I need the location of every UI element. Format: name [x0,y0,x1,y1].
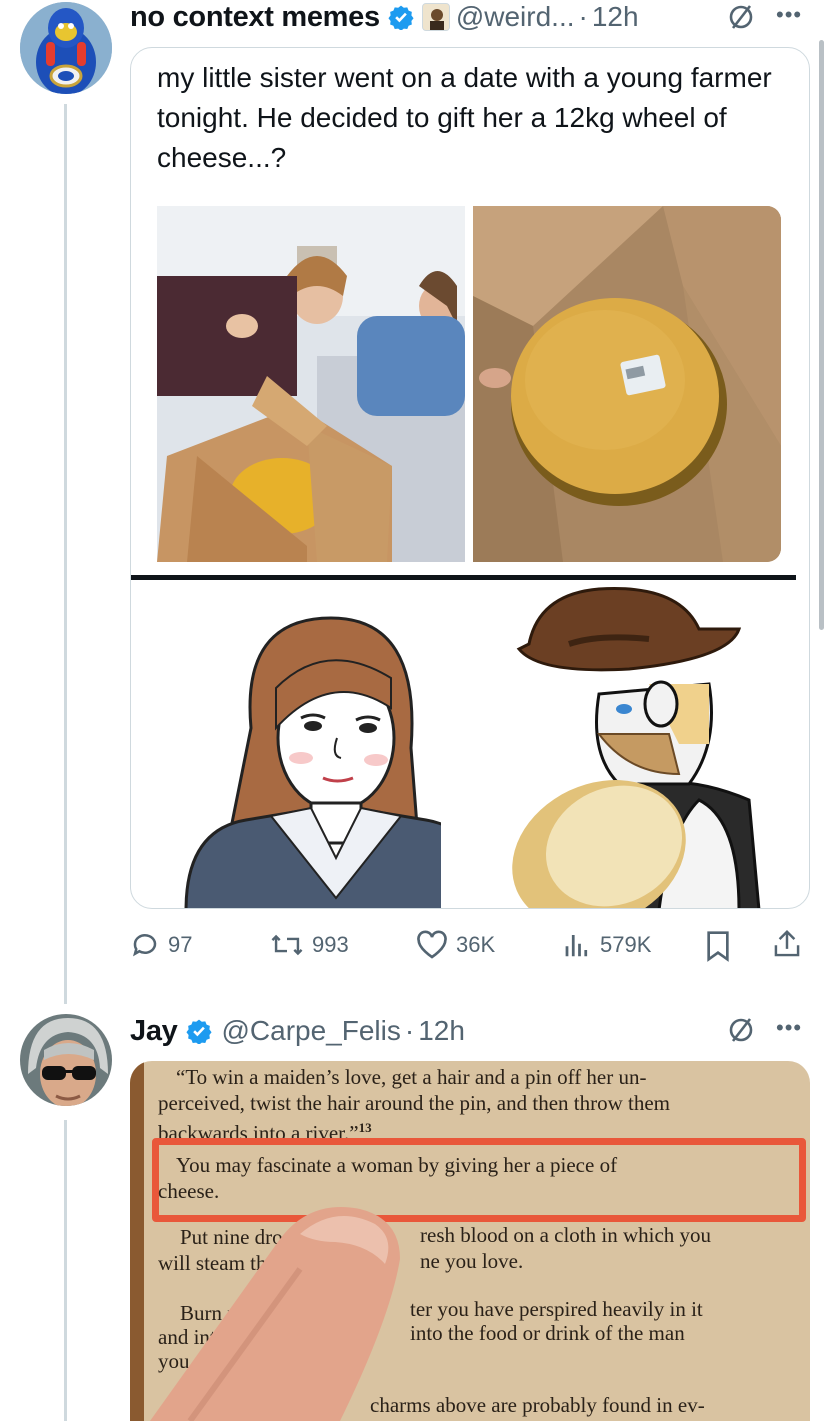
affiliate-badge-icon [421,3,450,31]
scrollbar[interactable] [819,40,824,630]
grok-icon[interactable] [726,2,756,32]
illustration-chad-farmer [449,584,809,908]
views-button[interactable]: 579K [562,930,651,960]
quoted-tweet-card[interactable]: my little sister went on a date with a y… [130,47,810,909]
reply-icon [133,934,157,957]
book-para3-right-b: into the food or drink of the man [410,1321,685,1345]
book-line-1: “To win a maiden’s love, get a hair and … [176,1065,647,1089]
separator-dot: · [578,1,588,32]
photo-cheese-wheel[interactable] [473,206,781,562]
author-handle[interactable]: @Carpe_Felis [222,1015,401,1047]
book-para3-right-a: ter you have perspired heavily in it [410,1297,703,1321]
more-icon[interactable]: ••• [776,1015,802,1041]
grok-icon[interactable] [726,1015,756,1045]
repost-button[interactable]: 993 [270,930,349,960]
quoted-tweet-text: my little sister went on a date with a y… [157,62,772,173]
separator-dot: · [404,1015,415,1046]
avatar-jay[interactable] [20,1014,112,1106]
thread-line-top [64,104,67,1004]
repost-count: 993 [312,932,349,957]
tweet2-header: Jay @Carpe_Felis · 12h [130,1012,465,1050]
book-para2-right-a: resh blood on a cloth in which you [420,1223,712,1247]
illustration-wojak-girl [181,608,441,908]
verified-badge-icon [388,5,414,30]
repost-icon [271,934,303,956]
timestamp[interactable]: 12h [418,1015,465,1047]
reply-button[interactable]: 97 [130,930,192,960]
view-count: 579K [600,932,652,957]
highlight-line-1: You may fascinate a woman by giving her … [176,1153,618,1177]
author-handle[interactable]: @weird... [456,1,575,33]
pointing-finger [150,1207,400,1421]
like-count: 36K [456,932,496,957]
timestamp[interactable]: 12h [592,1,639,33]
author-name[interactable]: Jay [130,1015,178,1048]
photo-book-page[interactable]: “To win a maiden’s love, get a hair and … [130,1061,810,1421]
author-name[interactable]: no context memes [130,1,380,34]
book-para2-right-b: ne you love. [420,1249,524,1273]
share-icon[interactable] [772,928,802,960]
book-line-2: perceived, twist the hair around the pin… [158,1091,671,1115]
footnote-marker: 13 [358,1120,372,1135]
like-button[interactable]: 36K [416,930,495,960]
more-icon[interactable]: ••• [776,2,802,28]
meme-divider-line [131,575,796,580]
bookmark-icon[interactable] [704,930,732,962]
photo-girls-with-cheese-box[interactable] [157,206,465,562]
tweet1-action-bar: 97 993 36K 579K [130,922,810,968]
heart-icon [417,930,447,959]
views-icon [565,935,588,957]
reply-count: 97 [168,932,193,957]
thread-line-bottom [64,1120,67,1421]
verified-badge-icon [185,1019,212,1044]
avatar-no-context-memes[interactable] [20,2,112,94]
tweet1-header: no context memes @weird... · 12h [130,0,639,34]
